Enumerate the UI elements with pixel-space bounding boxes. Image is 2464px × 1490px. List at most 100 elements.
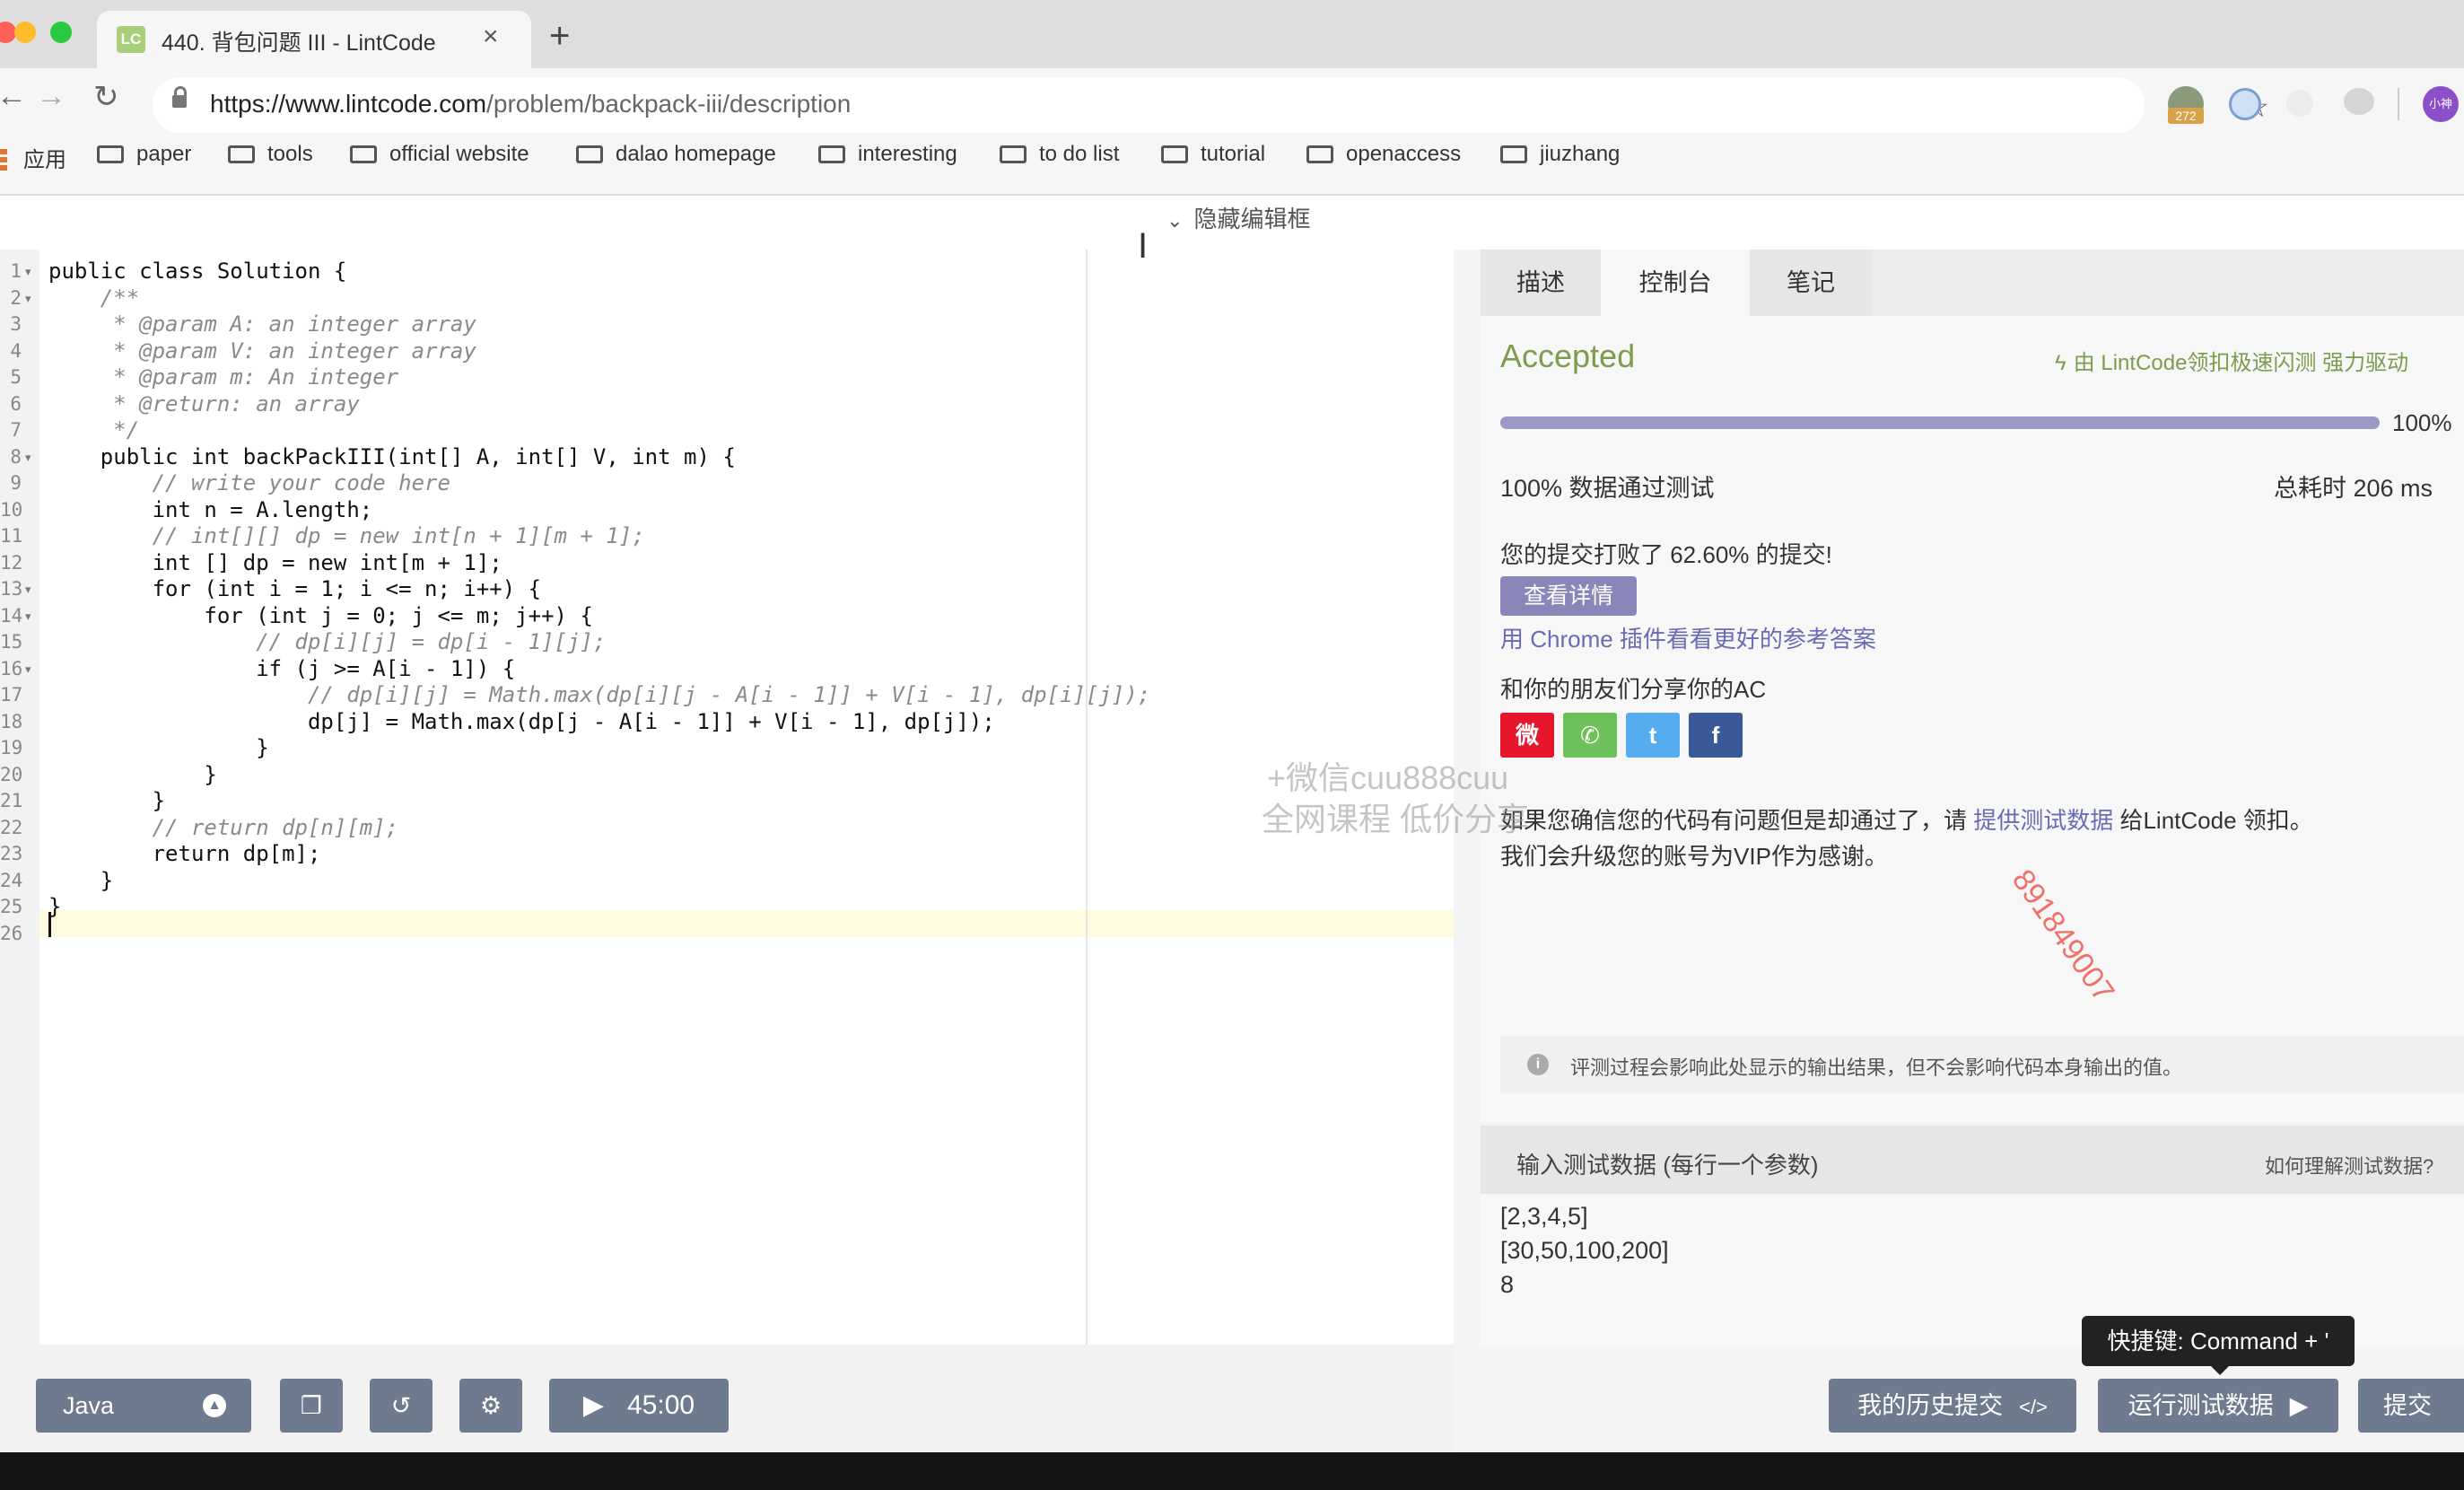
line-number: 25 xyxy=(0,896,23,917)
provide-test-data-link[interactable]: 提供测试数据 xyxy=(1973,807,2113,834)
progress-track xyxy=(1500,416,2380,429)
code-line[interactable]: } xyxy=(48,735,268,760)
code-line[interactable]: int n = A.length; xyxy=(48,497,373,522)
extension-check-icon[interactable] xyxy=(2229,88,2261,120)
submission-history-button[interactable]: 我的历史提交 </> xyxy=(1829,1379,2076,1433)
progress-label: 100% xyxy=(2392,409,2452,436)
extension-icon[interactable]: 272 xyxy=(2168,86,2204,124)
view-details-button[interactable]: 查看详情 xyxy=(1500,576,1637,616)
code-line[interactable]: * @param A: an integer array xyxy=(48,311,476,337)
bookmark-official-website[interactable]: official website xyxy=(350,142,529,167)
weibo-icon[interactable]: 微 xyxy=(1500,713,1554,758)
code-line[interactable]: public class Solution { xyxy=(48,259,346,284)
code-line[interactable]: /** xyxy=(48,285,139,311)
window-zoom-icon[interactable] xyxy=(50,22,72,43)
reload-icon[interactable]: ↻ xyxy=(93,79,119,115)
fold-arrow-icon[interactable]: ▾ xyxy=(25,662,31,677)
code-line[interactable]: // dp[i][j] = dp[i - 1][j]; xyxy=(48,629,606,654)
fold-arrow-icon[interactable]: ▾ xyxy=(25,583,31,597)
tab-console[interactable]: 控制台 xyxy=(1601,250,1750,316)
language-select[interactable]: Java ▲ xyxy=(36,1379,251,1433)
run-test-button[interactable]: 运行测试数据 ▶ xyxy=(2098,1379,2338,1433)
url-text[interactable]: https://www.lintcode.com/problem/backpac… xyxy=(210,90,851,118)
code-line[interactable]: // write your code here xyxy=(48,470,450,495)
back-icon[interactable]: ← xyxy=(0,79,27,114)
info-note-text: 评测过程会影响此处显示的输出结果，但不会影响代码本身输出的值。 xyxy=(1570,1056,2183,1079)
tab-description[interactable]: 描述 xyxy=(1481,250,1601,316)
code-line[interactable]: public int backPackIII(int[] A, int[] V,… xyxy=(48,444,736,469)
fold-arrow-icon[interactable]: ▾ xyxy=(25,451,31,465)
code-line[interactable]: } xyxy=(48,762,216,787)
bookmark-openaccess[interactable]: openaccess xyxy=(1306,142,1461,167)
folder-icon xyxy=(818,145,845,163)
address-bar[interactable]: https://www.lintcode.com/problem/backpac… xyxy=(153,77,2269,133)
fold-arrow-icon[interactable]: ▾ xyxy=(25,292,31,306)
info-note-box: i 评测过程会影响此处显示的输出结果，但不会影响代码本身输出的值。 xyxy=(1500,1036,2464,1093)
code-line[interactable]: // int[][] dp = new int[n + 1][m + 1]; xyxy=(48,523,645,548)
bookmark-tools[interactable]: tools xyxy=(228,142,313,167)
code-editor[interactable]: public class Solution { /** * @param A: … xyxy=(39,250,1454,1345)
bookmark-paper[interactable]: paper xyxy=(97,142,191,167)
lightning-icon: ϟ xyxy=(2055,351,2066,375)
code-line[interactable]: // dp[i][j] = Math.max(dp[i][j - A[i - 1… xyxy=(48,682,1150,707)
line-number: 10 xyxy=(0,498,23,521)
code-line[interactable]: return dp[m]; xyxy=(48,841,321,866)
browser-toolbar: ← → ↻ https://www.lintcode.com/problem/b… xyxy=(0,68,2464,196)
total-time: 总耗时 206 ms xyxy=(2274,475,2433,502)
info-icon: i xyxy=(1527,1054,1549,1075)
code-line[interactable]: } xyxy=(48,868,113,893)
new-tab-button[interactable]: + xyxy=(549,18,570,54)
bookmark-to-do-list[interactable]: to do list xyxy=(1000,142,1119,167)
forward-icon[interactable]: → xyxy=(36,79,66,114)
code-line[interactable]: } xyxy=(48,788,165,813)
profile-avatar[interactable]: 小神 xyxy=(2423,86,2459,122)
hide-editor-toggle[interactable]: ⌄ 隐藏编辑框 xyxy=(1166,201,1310,234)
code-line[interactable]: for (int i = 1; i <= n; i++) { xyxy=(48,576,541,601)
tab-close-icon[interactable]: × xyxy=(483,22,499,52)
lock-icon xyxy=(172,86,187,108)
code-line[interactable]: * @param m: An integer xyxy=(48,364,398,390)
bookmark-dalao-homepage[interactable]: dalao homepage xyxy=(576,142,776,167)
chrome-plugin-link[interactable]: 用 Chrome 插件看看更好的参考答案 xyxy=(1500,621,1876,654)
code-line[interactable]: for (int j = 0; j <= m; j++) { xyxy=(48,603,592,628)
reset-code-button[interactable]: ↺ xyxy=(370,1379,433,1433)
line-number: 21 xyxy=(0,790,23,811)
line-number: 9 xyxy=(10,472,22,494)
test-data-help-link[interactable]: 如何理解测试数据? xyxy=(2265,1151,2433,1179)
twitter-icon[interactable]: t xyxy=(1626,713,1680,758)
bookmark-interesting[interactable]: interesting xyxy=(818,142,957,167)
extension-cloud-icon[interactable] xyxy=(2286,90,2313,117)
line-number: 13 xyxy=(0,578,23,600)
fold-arrow-icon[interactable]: ▾ xyxy=(25,609,31,624)
bookmark-tutorial[interactable]: tutorial xyxy=(1161,142,1265,167)
test-input-line: 8 xyxy=(1500,1271,1515,1298)
line-number: 18 xyxy=(0,710,23,732)
bookmarks-bar: 应用 paper tools official website dalao ho… xyxy=(0,135,2464,180)
extension-eye-icon[interactable] xyxy=(2344,88,2374,115)
bookmark-jiuzhang[interactable]: jiuzhang xyxy=(1500,142,1620,167)
desktop-taskbar xyxy=(0,1452,2464,1490)
code-line[interactable]: int [] dp = new int[m + 1]; xyxy=(48,550,502,575)
line-number: 22 xyxy=(0,816,23,838)
tab-notes[interactable]: 笔记 xyxy=(1750,250,1872,316)
line-number: 3 xyxy=(10,313,22,335)
feedback-vip-text: 我们会升级您的账号为VIP作为感谢。 xyxy=(1500,843,1888,870)
line-number: 8 xyxy=(10,445,22,468)
wechat-icon[interactable]: ✆ xyxy=(1563,713,1617,758)
bookmark-apps[interactable]: 应用 xyxy=(0,142,66,173)
code-line[interactable]: // return dp[n][m]; xyxy=(48,815,399,840)
code-line[interactable]: dp[j] = Math.max(dp[j - A[i - 1]] + V[i … xyxy=(48,709,995,734)
code-line[interactable]: */ xyxy=(48,417,139,443)
settings-button[interactable]: ⚙ xyxy=(459,1379,522,1433)
fold-arrow-icon[interactable]: ▾ xyxy=(25,265,31,279)
submit-button[interactable]: 提交 xyxy=(2358,1379,2464,1433)
copy-code-button[interactable]: ❐ xyxy=(280,1379,343,1433)
line-number: 20 xyxy=(0,763,23,785)
code-line[interactable]: if (j >= A[i - 1]) { xyxy=(48,656,515,681)
timer-button[interactable]: ▶ 45:00 xyxy=(549,1379,729,1433)
facebook-icon[interactable]: f xyxy=(1689,713,1743,758)
browser-tab[interactable]: LC 440. 背包问题 III - LintCode × xyxy=(97,11,531,68)
code-line[interactable]: * @return: an array xyxy=(48,391,360,416)
window-minimize-icon[interactable] xyxy=(14,22,36,43)
code-line[interactable]: * @param V: an integer array xyxy=(48,338,476,364)
